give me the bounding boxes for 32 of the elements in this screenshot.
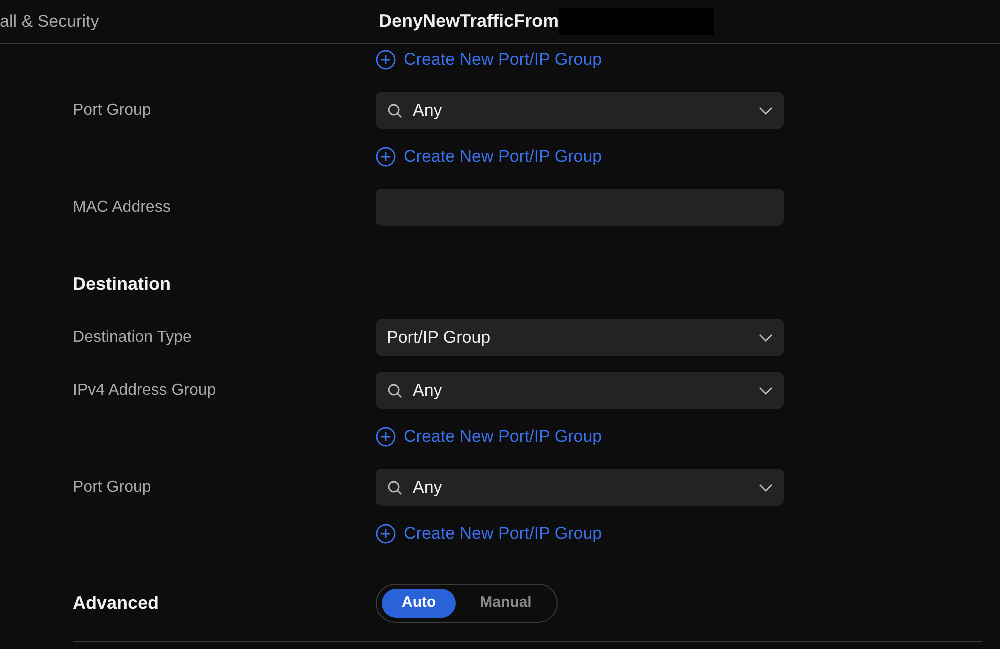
chevron-down-icon <box>759 386 773 394</box>
search-icon <box>387 480 403 496</box>
field-label: MAC Address <box>73 198 172 218</box>
chevron-down-icon <box>759 334 773 342</box>
field-label: IPv4 Address Group <box>73 380 218 400</box>
page-title: DenyNewTrafficFrom <box>379 10 560 33</box>
chevron-down-icon <box>759 106 773 114</box>
segment-option[interactable]: Auto <box>382 589 456 618</box>
field-label: Port Group <box>73 100 152 120</box>
field-label: Destination Type <box>73 328 193 348</box>
search-icon <box>387 102 403 118</box>
create-group-link[interactable]: Create New Port/IP Group <box>376 424 602 450</box>
segmented-control[interactable]: Auto Manual <box>376 584 558 623</box>
section-heading: Destination <box>73 272 172 296</box>
create-group-link[interactable]: Create New Port/IP Group <box>376 144 602 170</box>
create-group-link[interactable]: Create New Port/IP Group <box>376 521 602 547</box>
plus-circle-icon <box>376 427 396 447</box>
chevron-down-icon <box>759 484 773 492</box>
field-label: Port Group <box>73 478 152 498</box>
dropdown[interactable]: Any <box>376 469 784 506</box>
section-heading: Advanced <box>73 592 160 615</box>
plus-circle-icon <box>376 524 396 544</box>
input-field[interactable] <box>376 189 784 226</box>
dropdown[interactable]: Port/IP Group <box>376 319 784 356</box>
breadcrumb[interactable]: all & Security <box>0 8 100 34</box>
plus-circle-icon <box>376 147 396 167</box>
plus-circle-icon <box>376 50 396 70</box>
search-icon <box>387 382 403 398</box>
dropdown[interactable]: Any <box>376 92 784 129</box>
create-group-link[interactable]: Create New Port/IP Group <box>376 47 602 73</box>
segment-option[interactable]: Manual <box>460 589 552 618</box>
dropdown[interactable]: Any <box>376 372 784 409</box>
